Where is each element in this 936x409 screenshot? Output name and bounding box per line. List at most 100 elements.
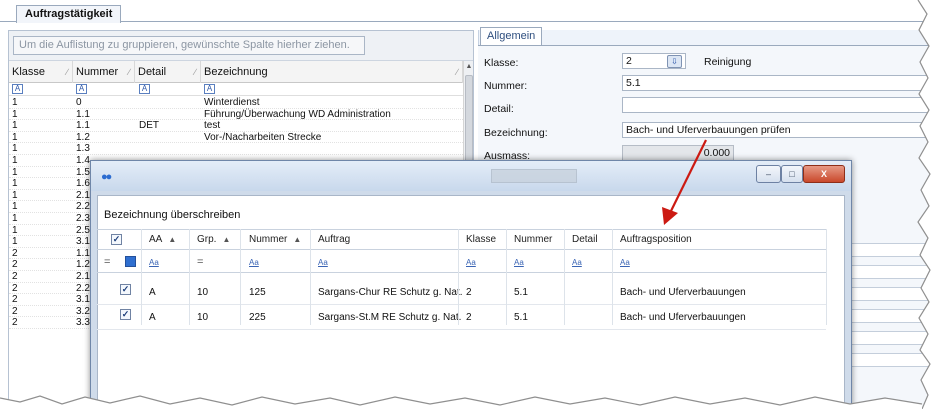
filter-icon[interactable]: A (204, 84, 215, 94)
background-field-ghost (491, 169, 577, 183)
lookup-icon[interactable]: ⇩ (667, 55, 682, 68)
table-cell: 1.1 (76, 247, 90, 259)
select-all-checkbox[interactable]: ✓ (111, 234, 122, 245)
tab-strip: Auftragstätigkeit (0, 0, 936, 23)
column-separator (506, 229, 507, 325)
table-cell: 1 (12, 224, 18, 236)
table-cell: 1 (12, 154, 18, 166)
filter-nummer[interactable]: Aa (249, 258, 259, 267)
table-cell: 1.2 (76, 131, 90, 143)
filter-equals-icon[interactable]: = (197, 256, 203, 268)
filter-aa[interactable]: Aa (149, 258, 159, 267)
sort-icon: ∕ (128, 67, 130, 77)
table-cell: test (204, 120, 221, 132)
filter-icon[interactable]: A (139, 84, 150, 94)
column-separator (612, 229, 613, 325)
table-cell: 2.3 (76, 212, 90, 224)
column-header-klasse[interactable]: Klasse ∕ (9, 61, 73, 83)
table-cell: 3.1 (76, 236, 90, 248)
cell-pos-nummer: 5.1 (514, 312, 528, 323)
detail-field[interactable] (622, 97, 936, 113)
table-row[interactable]: 1 1.1 Führung/Überwachung WD Administratio… (9, 109, 463, 121)
row-checkbox[interactable]: ✓ (120, 284, 131, 295)
column-header-klasse[interactable]: Klasse (466, 230, 496, 250)
overwrite-dialog: ●● – □ X Bezeichnung überschreiben (90, 160, 852, 409)
row-checkbox[interactable]: ✓ (120, 309, 131, 320)
cell-auftragsposition: Bach- und Uferverbauungen (620, 312, 746, 323)
cell-auftrag: Sargans-Chur RE Schutz g. Nat. (318, 287, 463, 298)
filter-detail[interactable]: Aa (572, 258, 582, 267)
filter-icon[interactable]: A (12, 84, 23, 94)
table-cell: 3.3 (76, 317, 90, 329)
grid-header: Klasse ∕ Nummer ∕ Detail ∕ Bezeichnung ∕ (9, 61, 463, 83)
column-header-auftragsposition[interactable]: Auftragsposition (620, 230, 692, 250)
table-cell: 2.2 (76, 282, 90, 294)
table-row[interactable]: 1 0 Winterdienst (9, 97, 463, 109)
column-separator (458, 229, 459, 325)
filter-checkbox[interactable] (125, 256, 136, 267)
sort-icon: ∕ (456, 67, 458, 77)
table-cell: Führung/Überwachung WD Administration (204, 108, 391, 120)
table-cell: DET (139, 120, 159, 132)
column-header-bezeichnung[interactable]: Bezeichnung ∕ (201, 61, 463, 83)
filter-auftrag[interactable]: Aa (318, 258, 328, 267)
tab-auftragstaetigkeit[interactable]: Auftragstätigkeit (16, 5, 122, 23)
column-separator (189, 229, 190, 325)
filter-klasse[interactable]: Aa (466, 258, 476, 267)
column-header-detail[interactable]: Detail ∕ (135, 61, 201, 83)
filter-auftragsposition[interactable]: Aa (620, 258, 630, 267)
table-cell: 2 (12, 305, 18, 317)
app-dots-icon: ●● (101, 171, 112, 183)
dialog-titlebar[interactable]: ●● – □ X (91, 161, 851, 191)
group-by-panel[interactable]: Um die Auflistung zu gruppieren, gewünsc… (9, 31, 473, 61)
table-cell: 2 (12, 294, 18, 306)
sort-icon: ∕ (66, 67, 68, 77)
cell-grp: 10 (197, 312, 209, 323)
table-cell: 2 (12, 282, 18, 294)
table-cell: 1 (12, 178, 18, 190)
table-cell: 1 (12, 120, 18, 132)
column-header-detail[interactable]: Detail (572, 230, 598, 250)
bezeichnung-field[interactable]: Bach- und Uferverbauungen prüfen (622, 122, 936, 138)
column-header-auftrag[interactable]: Auftrag (318, 230, 350, 250)
column-header-nummer[interactable]: Nummer ▲ (249, 230, 301, 250)
table-cell: 3.1 (76, 294, 90, 306)
column-separator (240, 229, 241, 325)
close-button[interactable]: X (803, 165, 845, 183)
dialog-body: Bezeichnung überschreiben (97, 195, 845, 409)
row-divider (97, 304, 826, 305)
column-header-grp[interactable]: Grp. ▲ (197, 230, 230, 250)
maximize-button[interactable]: □ (781, 165, 803, 183)
cell-auftrag: Sargans-St.M RE Schutz g. Nat. (318, 312, 462, 323)
table-row[interactable]: 1 1.3 (9, 143, 463, 155)
filter-row: A A A A (9, 83, 463, 96)
row-divider (97, 329, 826, 330)
table-cell: 1 (12, 236, 18, 248)
minimize-button[interactable]: – (756, 165, 781, 183)
table-cell: 1.4 (76, 154, 90, 166)
table-cell: 2 (12, 247, 18, 259)
filter-icon[interactable]: A (76, 84, 87, 94)
bezeichnung-label: Bezeichnung: (484, 127, 548, 139)
table-row[interactable]: 1 1.1 DET test (9, 120, 463, 132)
column-header-nummer[interactable]: Nummer ∕ (73, 61, 135, 83)
table-row[interactable]: 1 1.2 Vor-/Nacharbeiten Strecke (9, 132, 463, 144)
column-header-aa[interactable]: AA ▲ (149, 230, 176, 250)
column-separator (310, 229, 311, 325)
column-header-pos-nummer[interactable]: Nummer (514, 230, 552, 250)
table-cell: 2 (12, 317, 18, 329)
tab-allgemein[interactable]: Allgemein (480, 27, 543, 45)
table-cell: 1 (12, 189, 18, 201)
table-cell: 1 (12, 108, 18, 120)
table-cell: 1.5 (76, 166, 90, 178)
nummer-field[interactable]: 5.1 (622, 75, 936, 91)
filter-equals-icon[interactable]: = (104, 256, 110, 268)
cell-pos-nummer: 5.1 (514, 287, 528, 298)
klasse-label: Klasse: (484, 57, 519, 69)
table-cell: 3.2 (76, 305, 90, 317)
table-cell: 1 (12, 143, 18, 155)
column-separator (141, 229, 142, 325)
scroll-up-icon[interactable]: ▲ (464, 63, 473, 70)
filter-pos-nummer[interactable]: Aa (514, 258, 524, 267)
table-cell: 2.1 (76, 189, 90, 201)
